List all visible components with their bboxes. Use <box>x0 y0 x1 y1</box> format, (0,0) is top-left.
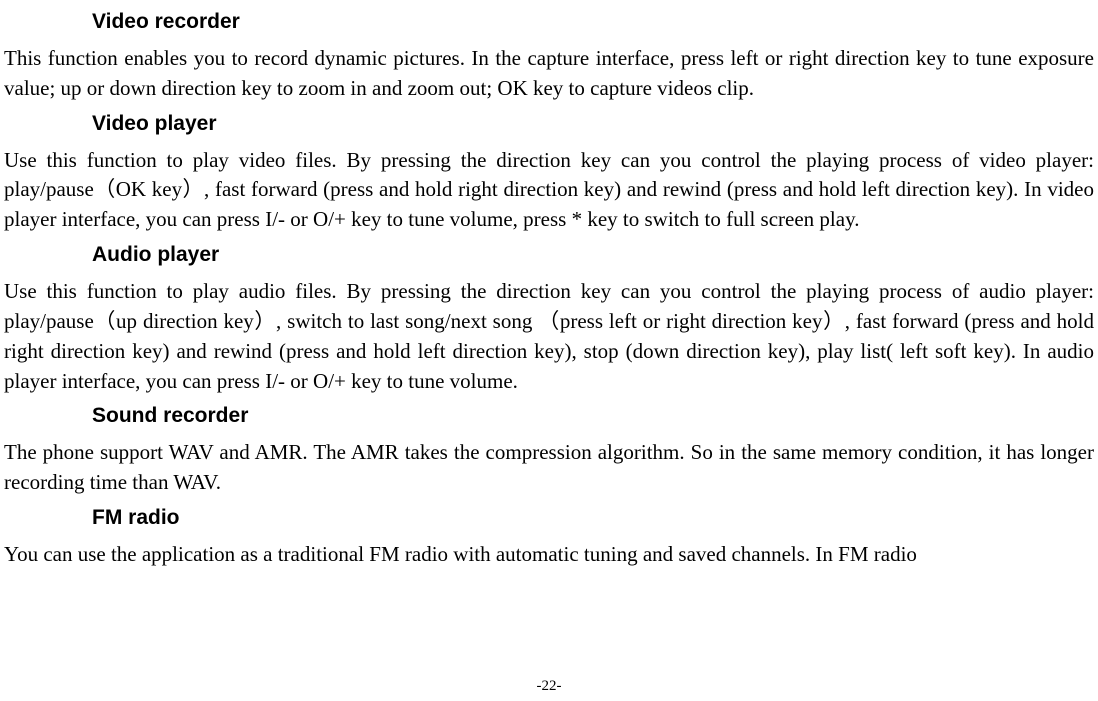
paragraph-video-recorder: This function enables you to record dyna… <box>4 44 1094 104</box>
heading-sound-recorder: Sound recorder <box>92 404 1094 428</box>
heading-fm-radio: FM radio <box>92 506 1094 530</box>
heading-audio-player: Audio player <box>92 243 1094 267</box>
heading-video-recorder: Video recorder <box>92 10 1094 34</box>
paragraph-fm-radio: You can use the application as a traditi… <box>4 540 1094 570</box>
page-number: -22- <box>0 678 1098 695</box>
heading-video-player: Video player <box>92 112 1094 136</box>
paragraph-audio-player: Use this function to play audio files. B… <box>4 277 1094 396</box>
paragraph-sound-recorder: The phone support WAV and AMR. The AMR t… <box>4 438 1094 498</box>
paragraph-video-player: Use this function to play video files. B… <box>4 146 1094 235</box>
